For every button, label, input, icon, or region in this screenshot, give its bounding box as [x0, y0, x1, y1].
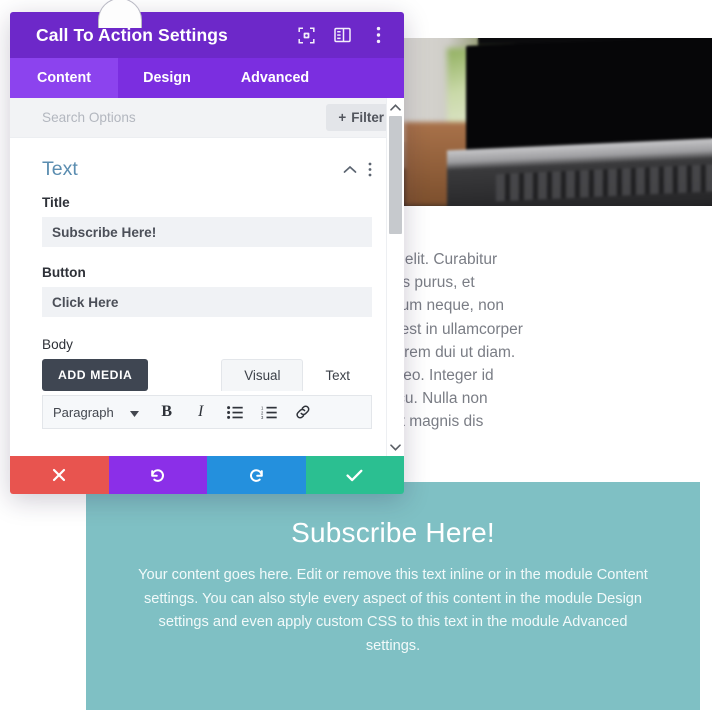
- page-title: Call To Action Settings: [36, 24, 228, 45]
- editor-mode-tabs: Visual Text: [221, 359, 372, 391]
- tab-content[interactable]: Content: [10, 58, 118, 98]
- tab-text[interactable]: Text: [303, 360, 372, 391]
- button-input[interactable]: [42, 287, 372, 317]
- button-field: Button: [10, 265, 404, 317]
- drag-handle-circle[interactable]: [98, 0, 142, 28]
- options-scrollbar[interactable]: [386, 98, 404, 456]
- background-text-line: llis purus, et: [392, 274, 475, 292]
- rich-text-editor: ADD MEDIA Visual Text Paragraph B I 1 2 …: [42, 359, 372, 429]
- tab-advanced[interactable]: Advanced: [216, 58, 334, 98]
- scroll-up-icon[interactable]: [387, 98, 405, 116]
- modal-tabs: Content Design Advanced: [10, 58, 404, 98]
- bold-button[interactable]: B: [157, 402, 177, 422]
- background-text-line: rcu. Nulla non: [392, 390, 488, 408]
- search-row: + Filter: [10, 98, 404, 138]
- title-field: Title: [10, 195, 404, 247]
- paragraph-format-select[interactable]: Paragraph: [53, 405, 143, 420]
- tab-design[interactable]: Design: [118, 58, 216, 98]
- body-field: Body ADD MEDIA Visual Text Paragraph B I…: [10, 337, 404, 429]
- scrollbar-thumb[interactable]: [388, 116, 402, 234]
- layout-icon[interactable]: [332, 25, 352, 45]
- background-text-line: dum neque, non: [392, 297, 505, 315]
- plus-icon: +: [338, 110, 347, 125]
- filter-button-label: Filter: [351, 110, 384, 125]
- chevron-down-icon: [129, 405, 139, 420]
- background-text-line: g elit. Curabitur: [392, 251, 498, 268]
- background-text-line: , est in ullamcorper: [392, 320, 523, 338]
- modal-header: Call To Action Settings: [10, 12, 404, 58]
- scroll-down-icon[interactable]: [387, 438, 405, 456]
- cta-body-text: Your content goes here. Edit or remove t…: [138, 567, 648, 654]
- chevron-up-icon[interactable]: [340, 160, 360, 180]
- modal-header-icons: [296, 25, 388, 45]
- editor-top-row: ADD MEDIA Visual Text: [42, 359, 372, 391]
- search-input[interactable]: [42, 110, 327, 125]
- background-text-line: l leo. Integer id: [392, 367, 494, 385]
- body-field-label: Body: [42, 337, 73, 352]
- editor-toolbar: Paragraph B I 1 2 3: [42, 395, 372, 429]
- undo-button[interactable]: [108, 456, 207, 494]
- modal-action-bar: [10, 456, 404, 494]
- scrollbar-track[interactable]: [387, 116, 405, 438]
- bulleted-list-icon[interactable]: [225, 402, 245, 422]
- section-more-vertical-icon[interactable]: [360, 160, 380, 180]
- background-laptop-photo: [404, 38, 712, 206]
- call-to-action-module[interactable]: Subscribe Here! Your content goes here. …: [86, 482, 700, 710]
- add-media-button[interactable]: ADD MEDIA: [42, 359, 149, 391]
- italic-button[interactable]: I: [191, 402, 211, 422]
- cancel-button[interactable]: [10, 456, 109, 494]
- title-field-label: Title: [42, 195, 70, 210]
- title-input[interactable]: [42, 217, 372, 247]
- more-vertical-icon[interactable]: [368, 25, 388, 45]
- text-section-header: Text: [10, 138, 404, 195]
- tab-visual[interactable]: Visual: [221, 359, 304, 391]
- section-title: Text: [42, 158, 78, 180]
- call-to-action-settings-modal: Call To Action Settings Content Design A…: [10, 0, 404, 494]
- save-button[interactable]: [305, 456, 404, 494]
- numbered-list-icon[interactable]: 1 2 3: [259, 402, 279, 422]
- background-text-line: et magnis dis: [392, 413, 484, 431]
- focus-icon[interactable]: [296, 25, 316, 45]
- paragraph-format-label: Paragraph: [53, 404, 114, 420]
- background-paragraph: g elit. Curabitur llis purus, et dum neq…: [392, 248, 712, 434]
- cta-title: Subscribe Here!: [291, 517, 495, 548]
- photo-blur-overlay: [404, 38, 712, 206]
- screen: g elit. Curabitur llis purus, et dum neq…: [0, 0, 712, 720]
- link-icon[interactable]: [293, 402, 313, 422]
- modal-body: + Filter Text: [10, 98, 404, 456]
- background-text-line: lorem dui ut diam.: [392, 343, 516, 361]
- button-field-label: Button: [42, 265, 86, 280]
- svg-text:3: 3: [261, 415, 264, 419]
- redo-button[interactable]: [207, 456, 306, 494]
